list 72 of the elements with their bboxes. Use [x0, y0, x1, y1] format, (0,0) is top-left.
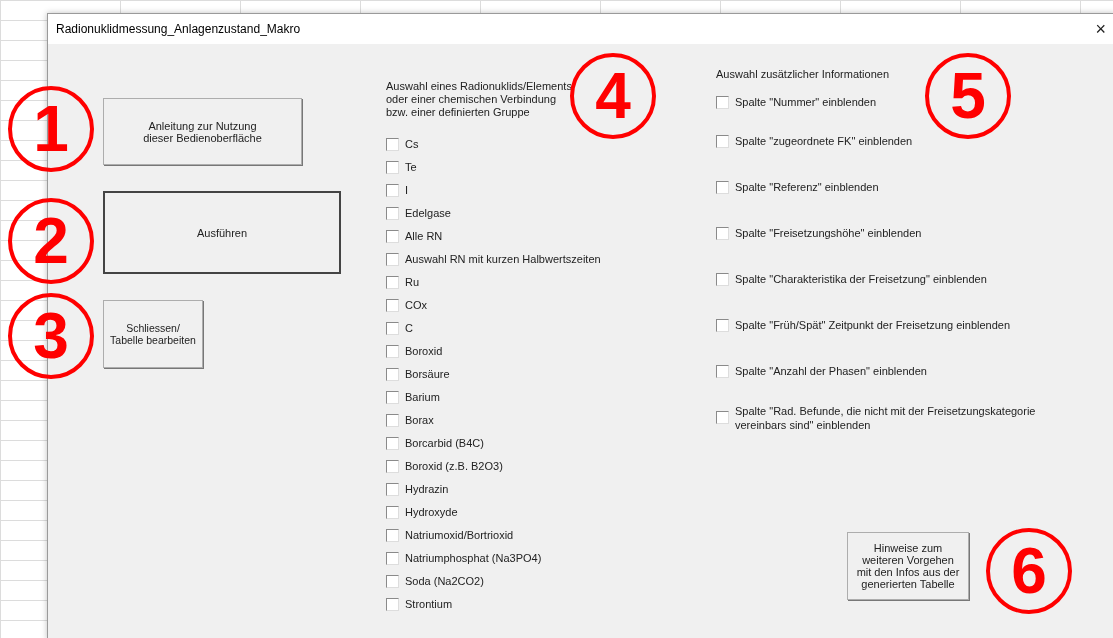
checkbox[interactable] [386, 391, 399, 404]
checkbox[interactable] [386, 161, 399, 174]
checkbox-label[interactable]: Strontium [405, 597, 453, 611]
checkbox-label[interactable]: Spalte "Früh/Spät" Zeitpunkt der Freisetzung einblenden [735, 318, 1011, 332]
checkbox[interactable] [386, 437, 399, 450]
checkbox-label[interactable]: Spalte "zugeordnete FK" einblenden [735, 134, 913, 148]
checkbox-label[interactable]: Te [405, 160, 417, 174]
checkbox-label[interactable]: Barium [405, 390, 440, 404]
push-button[interactable]: Schliessen/ Tabelle bearbeiten [103, 300, 203, 368]
checkbox-label[interactable]: Hydroxyde [405, 505, 458, 519]
group-heading: Auswahl eines Radionuklids/Elements oder einer chemischen Verbindung bzw. einer definierten Gruppe [386, 80, 572, 119]
checkbox-label[interactable]: Cs [405, 137, 419, 151]
checkbox[interactable] [386, 483, 399, 496]
checkbox[interactable] [716, 411, 729, 424]
checkbox[interactable] [386, 184, 399, 197]
checkbox[interactable] [386, 253, 399, 266]
checkbox-label[interactable]: Edelgase [405, 206, 451, 220]
checkbox[interactable] [386, 529, 399, 542]
checkbox-label[interactable]: Auswahl RN mit kurzen Halbwertszeiten [405, 252, 601, 266]
checkbox[interactable] [386, 414, 399, 427]
window-title: Radionuklidmessung_Anlagenzustand_Makro [56, 22, 301, 36]
callout-number: 4 [570, 53, 656, 139]
push-button[interactable]: Ausführen [103, 191, 341, 274]
callout-number: 6 [986, 528, 1072, 614]
checkbox-label[interactable]: Alle RN [405, 229, 443, 243]
callout-number: 2 [8, 198, 94, 284]
checkbox[interactable] [386, 506, 399, 519]
checkbox-label[interactable]: Spalte "Anzahl der Phasen" einblenden [735, 364, 927, 378]
group-heading: Auswahl zusätzlicher Informationen [716, 68, 890, 81]
callout-number: 3 [8, 293, 94, 379]
checkbox-label[interactable]: Spalte "Rad. Befunde, die nicht mit der Freisetzungskategorie vereinbars sind" einblenden [735, 404, 1036, 432]
callout-number: 5 [925, 53, 1011, 139]
checkbox-label[interactable]: Hydrazin [405, 482, 449, 496]
checkbox-label[interactable]: Spalte "Referenz" einblenden [735, 180, 879, 194]
push-button[interactable]: Hinweise zum weiteren Vorgehen mit den Infos aus der generierten Tabelle [847, 532, 969, 600]
checkbox-label[interactable]: Borcarbid (B4C) [405, 436, 484, 450]
checkbox[interactable] [386, 368, 399, 381]
checkbox[interactable] [716, 273, 729, 286]
checkbox[interactable] [716, 181, 729, 194]
checkbox[interactable] [386, 138, 399, 151]
checkbox[interactable] [386, 575, 399, 588]
push-button[interactable]: Anleitung zur Nutzung dieser Bedienoberfläche [103, 98, 302, 165]
checkbox-label[interactable]: Natriumoxid/Bortrioxid [405, 528, 514, 542]
checkbox[interactable] [716, 135, 729, 148]
checkbox[interactable] [386, 322, 399, 335]
checkbox-label[interactable]: I [405, 183, 409, 197]
checkbox-label[interactable]: Borax [405, 413, 434, 427]
checkbox[interactable] [716, 319, 729, 332]
checkbox-label[interactable]: C [405, 321, 413, 335]
checkbox[interactable] [386, 460, 399, 473]
checkbox[interactable] [386, 207, 399, 220]
checkbox[interactable] [386, 552, 399, 565]
checkbox-label[interactable]: Soda (Na2CO2) [405, 574, 484, 588]
checkbox-label[interactable]: COx [405, 298, 427, 312]
checkbox[interactable] [386, 345, 399, 358]
checkbox-label[interactable]: Ru [405, 275, 420, 289]
checkbox-label[interactable]: Natriumphosphat (Na3PO4) [405, 551, 542, 565]
checkbox-label[interactable]: Borsäure [405, 367, 450, 381]
checkbox-label[interactable]: Spalte "Charakteristika der Freisetzung" einblenden [735, 272, 987, 286]
checkbox[interactable] [386, 299, 399, 312]
checkbox-label[interactable]: Spalte "Freisetzungshöhe" einblenden [735, 226, 922, 240]
checkbox[interactable] [716, 365, 729, 378]
checkbox[interactable] [386, 276, 399, 289]
checkbox-label[interactable]: Boroxid (z.B. B2O3) [405, 459, 503, 473]
checkbox[interactable] [386, 598, 399, 611]
checkbox[interactable] [716, 227, 729, 240]
checkbox[interactable] [716, 96, 729, 109]
checkbox-label[interactable]: Boroxid [405, 344, 443, 358]
callout-number: 1 [8, 86, 94, 172]
checkbox-label[interactable]: Spalte "Nummer" einblenden [735, 95, 877, 109]
checkbox[interactable] [386, 230, 399, 243]
close-button[interactable]: × [1091, 18, 1110, 40]
